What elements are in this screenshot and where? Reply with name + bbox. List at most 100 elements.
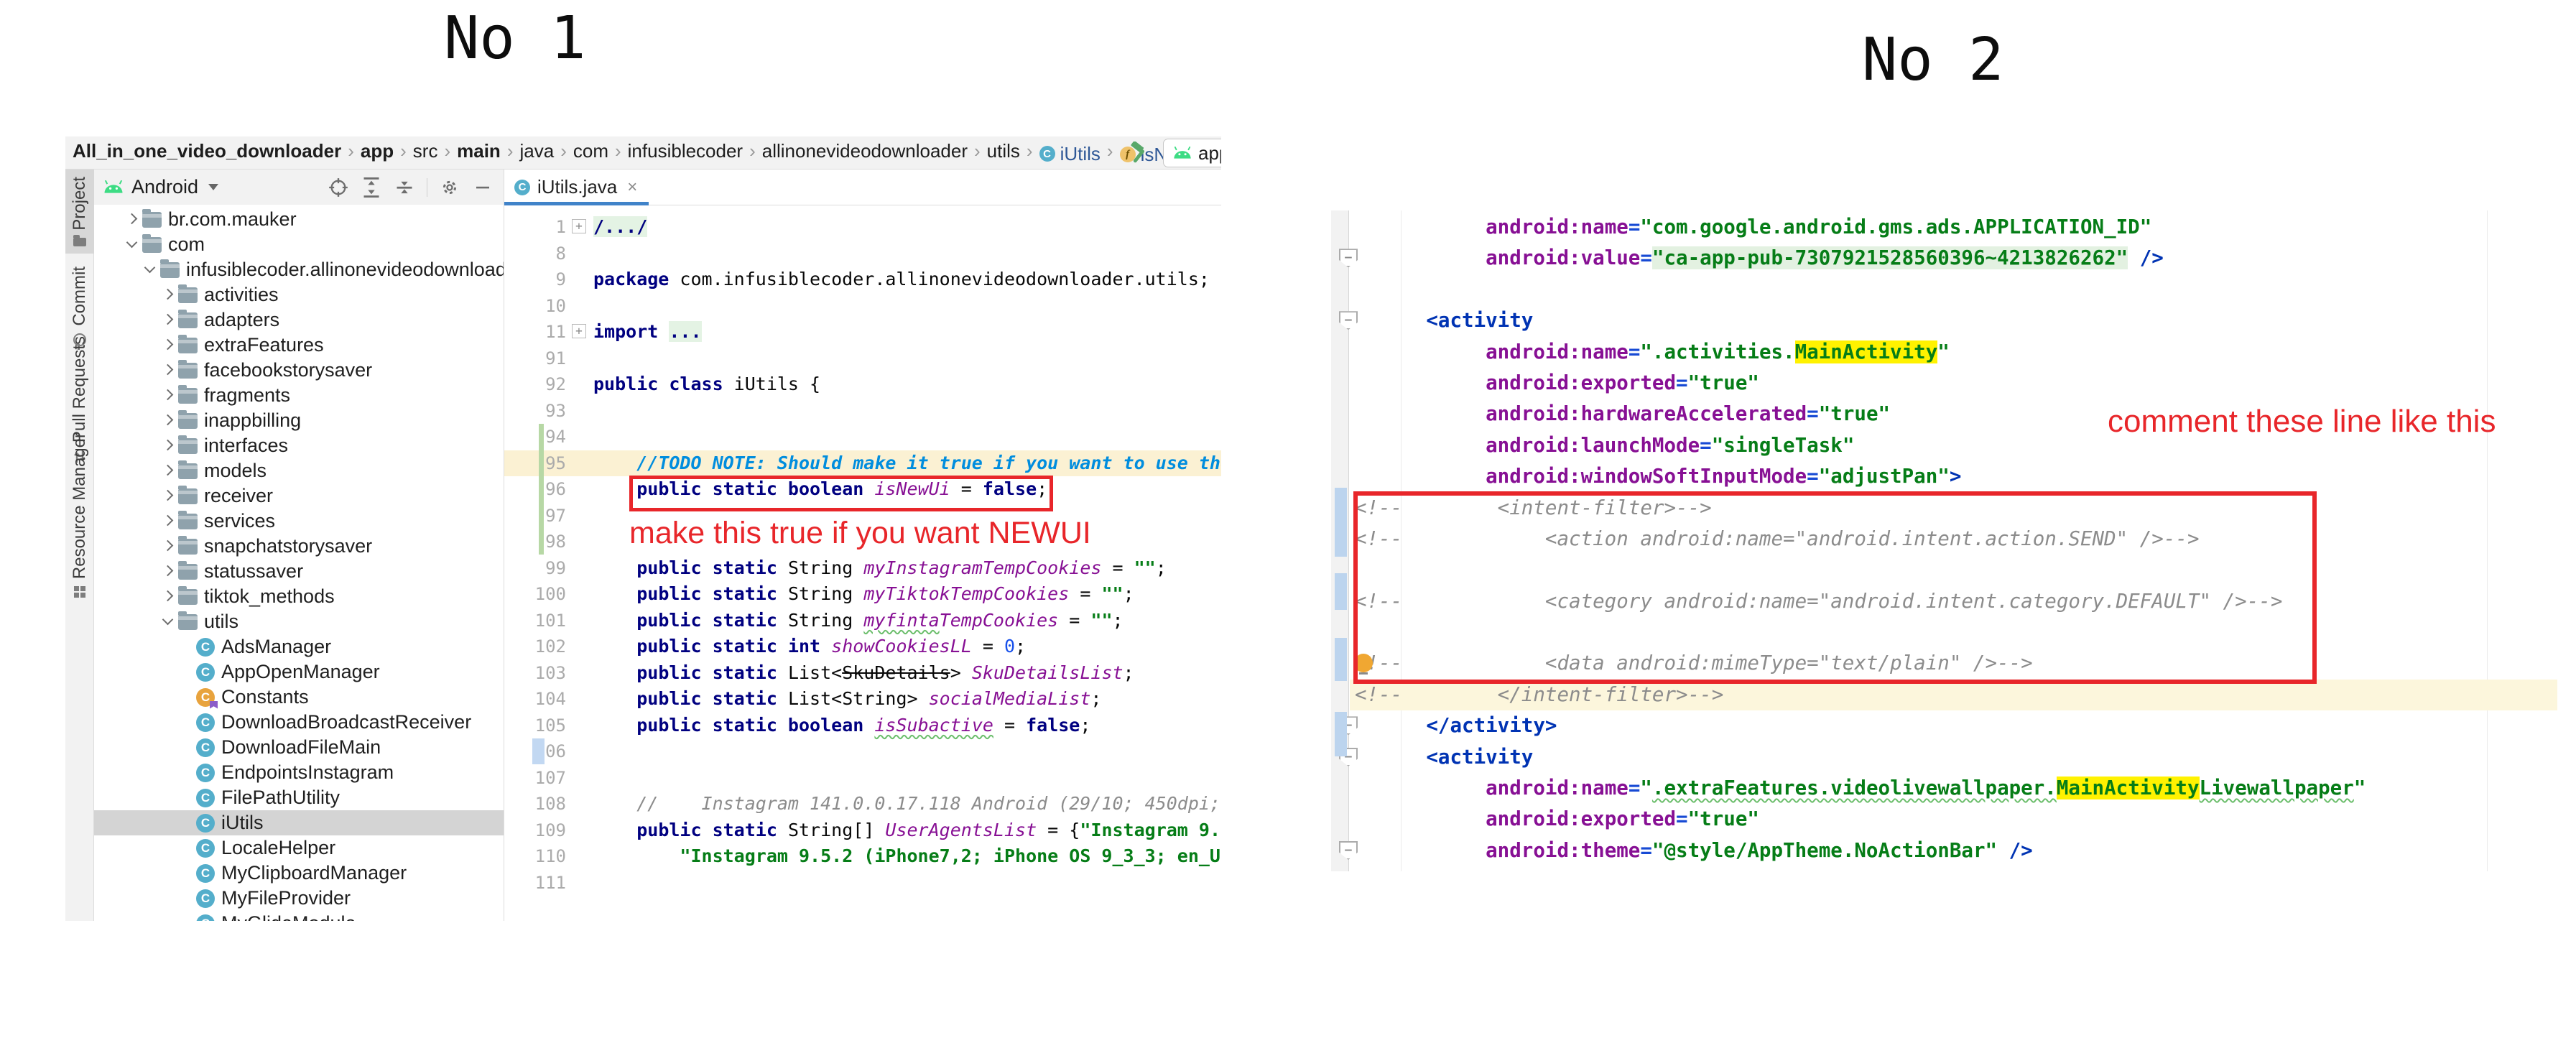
chevron-down-icon[interactable] xyxy=(141,260,160,279)
run-configuration-selector[interactable]: app xyxy=(1163,139,1221,167)
code-line-10[interactable]: 10 xyxy=(504,293,1221,320)
hide-panel-icon[interactable] xyxy=(472,177,494,198)
code-line-105[interactable]: 105 public static boolean isSubactive = … xyxy=(504,713,1221,739)
tree-item-adsmanager[interactable]: CAdsManager xyxy=(94,634,504,659)
tree-item-filepathutility[interactable]: CFilePathUtility xyxy=(94,785,504,810)
code-line-104[interactable]: 104 public static List<String> socialMed… xyxy=(504,686,1221,713)
tool-window-tab-resource-manager[interactable]: Resource Manager xyxy=(65,432,94,598)
code-line-91[interactable]: 91 xyxy=(504,346,1221,372)
collapse-all-icon[interactable] xyxy=(394,177,415,198)
code-line-111[interactable]: 111 xyxy=(504,870,1221,896)
chevron-right-icon[interactable] xyxy=(159,486,178,506)
xml-code-line[interactable]: <activity xyxy=(1350,305,2557,336)
tree-item-statussaver[interactable]: statussaver xyxy=(94,559,504,584)
chevron-down-icon[interactable] xyxy=(123,235,142,254)
tree-item-inappbilling[interactable]: inappbilling xyxy=(94,408,504,433)
breadcrumb-item-com[interactable]: com xyxy=(573,140,608,162)
xml-code-line[interactable]: android:name="com.google.android.gms.ads… xyxy=(1350,212,2557,243)
chevron-right-icon[interactable] xyxy=(159,386,178,405)
breadcrumb-item-iutils[interactable]: CiUtils xyxy=(1039,143,1101,165)
fold-toggle-icon[interactable]: + xyxy=(572,219,586,233)
chevron-right-icon[interactable] xyxy=(159,361,178,380)
tree-item-appopenmanager[interactable]: CAppOpenManager xyxy=(94,659,504,685)
code-line-108[interactable]: 108 // Instagram 141.0.0.17.118 Android … xyxy=(504,791,1221,817)
breadcrumb-item-java[interactable]: java xyxy=(519,140,554,162)
tree-item-fragments[interactable]: fragments xyxy=(94,383,504,408)
fold-toggle-icon[interactable]: + xyxy=(572,324,586,338)
breadcrumb-item-utils[interactable]: utils xyxy=(987,140,1020,162)
xml-code-line[interactable] xyxy=(1350,274,2557,305)
xml-code-line[interactable]: android:value="ca-app-pub-73079215285603… xyxy=(1350,243,2557,274)
tree-item-constants[interactable]: CConstants xyxy=(94,685,504,710)
chevron-right-icon[interactable] xyxy=(159,537,178,556)
close-icon[interactable]: × xyxy=(627,177,637,198)
code-line-103[interactable]: 103 public static List<SkuDetails> SkuDe… xyxy=(504,660,1221,687)
code-line-9[interactable]: 9package com.infusiblecoder.allinonevide… xyxy=(504,266,1221,293)
xml-code-line[interactable]: <activity xyxy=(1350,742,2557,773)
build-hammer-icon[interactable] xyxy=(1127,142,1152,170)
expand-all-icon[interactable] xyxy=(361,177,382,198)
code-line-95[interactable]: 95 //TODO NOTE: Should make it true if y… xyxy=(504,450,1221,477)
tree-item-br.com.mauker[interactable]: br.com.mauker xyxy=(94,207,504,232)
chevron-right-icon[interactable] xyxy=(159,461,178,481)
xml-code-line[interactable]: android:exported="true" xyxy=(1350,368,2557,399)
breadcrumb-item-all_in_one_video_downloader[interactable]: All_in_one_video_downloader xyxy=(73,140,341,162)
breadcrumb-item-allinonevideodownloader[interactable]: allinonevideodownloader xyxy=(762,140,968,162)
xml-code-line[interactable]: android:name=".activities.MainActivity" xyxy=(1350,337,2557,368)
project-view-selector[interactable]: Android xyxy=(131,176,198,198)
tree-item-tiktok_methods[interactable]: tiktok_methods xyxy=(94,584,504,609)
code-line-94[interactable]: 94 xyxy=(504,424,1221,450)
tree-item-localehelper[interactable]: CLocaleHelper xyxy=(94,835,504,861)
tree-item-utils[interactable]: utils xyxy=(94,609,504,634)
tree-item-myglidemodule[interactable]: CMyGlideModule xyxy=(94,911,504,921)
breadcrumb-item-infusiblecoder[interactable]: infusiblecoder xyxy=(628,140,743,162)
breadcrumb-item-app[interactable]: app xyxy=(361,140,394,162)
tree-item-downloadbroadcastreceiver[interactable]: CDownloadBroadcastReceiver xyxy=(94,710,504,735)
tree-item-myfileprovider[interactable]: CMyFileProvider xyxy=(94,886,504,911)
locate-target-icon[interactable] xyxy=(328,177,349,198)
tree-item-infusiblecoder.allinonevideodownloader[interactable]: infusiblecoder.allinonevideodownloader xyxy=(94,257,504,282)
tree-item-adapters[interactable]: adapters xyxy=(94,307,504,333)
code-line-101[interactable]: 101 public static String myfintaTempCook… xyxy=(504,608,1221,634)
tree-item-downloadfilemain[interactable]: CDownloadFileMain xyxy=(94,735,504,760)
tree-item-endpointsinstagram[interactable]: CEndpointsInstagram xyxy=(94,760,504,785)
tree-item-facebookstorysaver[interactable]: facebookstorysaver xyxy=(94,358,504,383)
settings-gear-icon[interactable] xyxy=(439,177,460,198)
chevron-right-icon[interactable] xyxy=(159,436,178,455)
code-line-109[interactable]: 109 public static String[] UserAgentsLis… xyxy=(504,817,1221,844)
tree-item-models[interactable]: models xyxy=(94,458,504,483)
chevron-right-icon[interactable] xyxy=(123,210,142,229)
code-line-11[interactable]: 11+import ... xyxy=(504,319,1221,346)
tree-item-interfaces[interactable]: interfaces xyxy=(94,433,504,458)
tree-item-services[interactable]: services xyxy=(94,509,504,534)
tree-item-receiver[interactable]: receiver xyxy=(94,483,504,509)
xml-code-line[interactable]: <!-- </intent-filter>--> xyxy=(1350,680,2557,710)
code-line-100[interactable]: 100 public static String myTiktokTempCoo… xyxy=(504,581,1221,608)
breadcrumb-item-src[interactable]: src xyxy=(413,140,438,162)
code-line-110[interactable]: 110 "Instagram 9.5.2 (iPhone7,2; iPhone … xyxy=(504,843,1221,870)
code-line-102[interactable]: 102 public static int showCookiesLL = 0; xyxy=(504,634,1221,660)
tree-item-com[interactable]: com xyxy=(94,232,504,257)
tool-window-tab-commit[interactable]: Commit xyxy=(65,266,94,346)
xml-code-line[interactable]: <activity xyxy=(1350,866,2557,871)
chevron-right-icon[interactable] xyxy=(159,587,178,606)
xml-code-line[interactable]: android:exported="true" xyxy=(1350,804,2557,835)
code-editor[interactable]: 1+/.../89package com.infusiblecoder.alli… xyxy=(504,205,1221,921)
code-line-99[interactable]: 99 public static String myInstagramTempC… xyxy=(504,555,1221,582)
tool-window-tab-project[interactable]: Project xyxy=(65,170,94,254)
xml-code-line[interactable]: android:theme="@style/AppTheme.NoActionB… xyxy=(1350,835,2557,866)
chevron-right-icon[interactable] xyxy=(159,335,178,355)
tree-item-myclipboardmanager[interactable]: CMyClipboardManager xyxy=(94,861,504,886)
xml-code-line[interactable]: android:windowSoftInputMode="adjustPan"> xyxy=(1350,461,2557,492)
code-line-93[interactable]: 93 xyxy=(504,398,1221,425)
chevron-down-icon[interactable] xyxy=(159,612,178,631)
tree-item-extrafeatures[interactable]: extraFeatures xyxy=(94,333,504,358)
tab-iutils-java[interactable]: C iUtils.java × xyxy=(504,170,649,205)
xml-code-line[interactable]: android:name=".extraFeatures.videolivewa… xyxy=(1350,773,2557,804)
code-line-92[interactable]: 92public class iUtils { xyxy=(504,371,1221,398)
chevron-right-icon[interactable] xyxy=(159,562,178,581)
chevron-right-icon[interactable] xyxy=(159,310,178,330)
tree-item-activities[interactable]: activities xyxy=(94,282,504,307)
xml-code-line[interactable]: </activity> xyxy=(1350,710,2557,741)
tree-item-iutils[interactable]: CiUtils xyxy=(94,810,504,835)
